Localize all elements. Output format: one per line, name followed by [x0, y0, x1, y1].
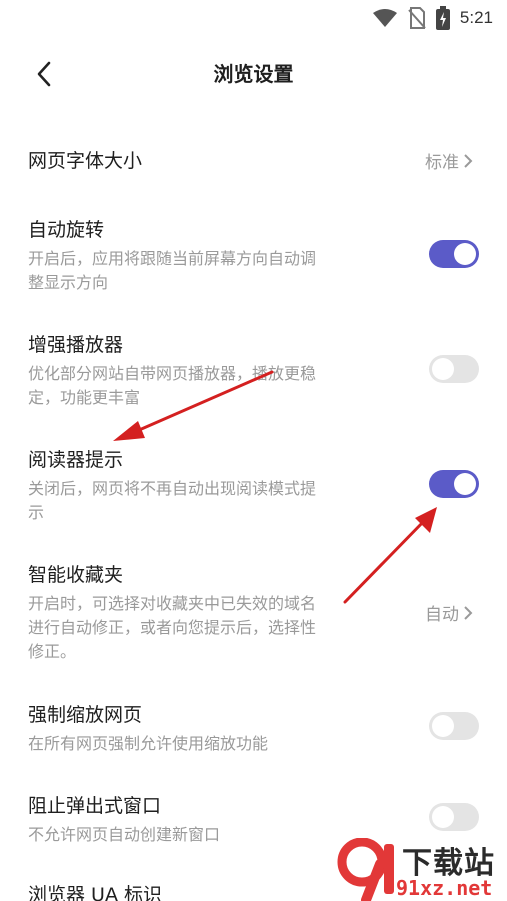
- setting-description: 在所有网页强制允许使用缩放功能: [28, 734, 269, 753]
- font-size-value[interactable]: 标准: [425, 148, 473, 173]
- screen: 5:21 浏览设置 网页字体大小 标准 自动旋转 开启后，应用将跟随当前屏幕方向…: [0, 0, 507, 901]
- setting-title: 网页字体大小: [28, 150, 143, 172]
- setting-title: 阅读器提示: [28, 449, 124, 471]
- watermark-url: 91xz.net: [396, 876, 493, 900]
- setting-description: 示: [28, 503, 45, 522]
- font-size-value-label: 标准: [425, 153, 459, 173]
- setting-title: 自动旋转: [28, 219, 105, 241]
- toggle-knob: [432, 358, 454, 380]
- setting-description: 优化部分网站自带网页播放器，播放更稳: [28, 364, 317, 383]
- setting-title: 浏览器 UA 标识: [28, 884, 162, 901]
- setting-description: 不允许网页自动创建新窗口: [28, 825, 221, 844]
- setting-title: 增强播放器: [28, 334, 124, 356]
- block-popups-toggle[interactable]: [429, 803, 479, 831]
- setting-title: 智能收藏夹: [28, 564, 124, 586]
- toggle-knob: [454, 243, 476, 265]
- toggle-knob: [454, 473, 476, 495]
- setting-reader-hint: 阅读器提示 关闭后，网页将不再自动出现阅读模式提 示: [0, 445, 507, 525]
- setting-font-size[interactable]: 网页字体大小 标准: [0, 140, 507, 180]
- chevron-right-icon: [464, 605, 473, 620]
- setting-description: 开启后，应用将跟随当前屏幕方向自动调: [28, 249, 317, 268]
- toggle-knob: [432, 715, 454, 737]
- force-zoom-toggle[interactable]: [429, 712, 479, 740]
- wifi-icon: [372, 9, 397, 27]
- page-title: 浏览设置: [213, 62, 294, 86]
- setting-title: 阻止弹出式窗口: [28, 795, 162, 817]
- enhanced-player-toggle[interactable]: [429, 355, 479, 383]
- reader-hint-toggle[interactable]: [429, 470, 479, 498]
- setting-force-zoom: 强制缩放网页 在所有网页强制允许使用缩放功能: [0, 700, 507, 756]
- logo-mark-icon: [337, 838, 394, 901]
- title-bar: 浏览设置: [0, 44, 507, 104]
- setting-description: 定，功能更丰富: [28, 388, 141, 407]
- status-icons: 5:21: [372, 6, 493, 30]
- setting-description: 整显示方向: [28, 273, 109, 292]
- status-time: 5:21: [459, 8, 493, 27]
- setting-auto-rotate: 自动旋转 开启后，应用将跟随当前屏幕方向自动调 整显示方向: [0, 215, 507, 295]
- setting-description: 开启时，可选择对收藏夹中已失效的域名: [28, 594, 317, 613]
- watermark-logo: 下载站 91xz.net: [336, 838, 507, 901]
- setting-description: 修正。: [28, 642, 77, 661]
- setting-smart-favorites: 智能收藏夹 开启时，可选择对收藏夹中已失效的域名 进行自动修正，或者向您提示后，…: [0, 560, 507, 664]
- battery-charging-icon: [435, 6, 450, 30]
- chevron-right-icon: [464, 153, 473, 168]
- smart-favorites-value[interactable]: 自动: [425, 600, 473, 625]
- setting-description: 关闭后，网页将不再自动出现阅读模式提: [28, 479, 317, 498]
- setting-title: 强制缩放网页: [28, 704, 143, 726]
- status-bar: 5:21: [0, 0, 507, 36]
- auto-rotate-toggle[interactable]: [429, 240, 479, 268]
- setting-description: 进行自动修正，或者向您提示后，选择性: [28, 618, 317, 637]
- no-sim-icon: [408, 7, 426, 29]
- toggle-knob: [432, 806, 454, 828]
- setting-enhanced-player: 增强播放器 优化部分网站自带网页播放器，播放更稳 定，功能更丰富: [0, 330, 507, 410]
- smart-favorites-value-label: 自动: [425, 605, 459, 625]
